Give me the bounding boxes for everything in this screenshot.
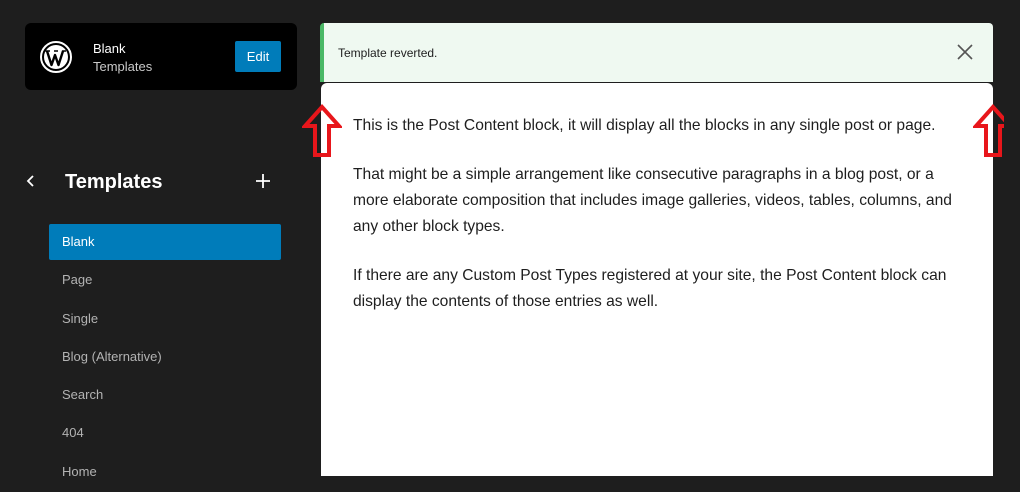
template-item-blank[interactable]: Blank [49, 224, 281, 260]
template-item-blog-alternative[interactable]: Blog (Alternative) [49, 339, 281, 375]
templates-list: Blank Page Single Blog (Alternative) Sea… [49, 224, 281, 492]
template-item-404[interactable]: 404 [49, 415, 281, 451]
paragraph[interactable]: This is the Post Content block, it will … [353, 113, 963, 139]
wordpress-logo-icon[interactable] [40, 41, 72, 73]
close-icon[interactable] [957, 44, 973, 60]
success-notice: Template reverted. [320, 23, 993, 82]
template-item-search[interactable]: Search [49, 377, 281, 413]
notice-text: Template reverted. [338, 46, 438, 60]
template-item-single[interactable]: Single [49, 301, 281, 337]
site-title: Blank [93, 41, 126, 56]
paragraph[interactable]: If there are any Custom Post Types regis… [353, 263, 963, 315]
nav-title: Templates [65, 171, 163, 193]
scrollbar-track[interactable] [1004, 0, 1020, 476]
editor-canvas[interactable]: This is the Post Content block, it will … [321, 83, 993, 476]
edit-button[interactable]: Edit [235, 41, 281, 72]
template-item-home[interactable]: Home [49, 454, 281, 490]
site-card: Blank Templates Edit [25, 23, 297, 90]
up-arrow-icon [302, 104, 342, 157]
paragraph[interactable]: That might be a simple arrangement like … [353, 162, 963, 240]
plus-icon[interactable] [253, 171, 273, 191]
site-subtitle: Templates [93, 59, 153, 74]
template-item-page[interactable]: Page [49, 262, 281, 298]
chevron-left-icon[interactable] [22, 171, 40, 191]
